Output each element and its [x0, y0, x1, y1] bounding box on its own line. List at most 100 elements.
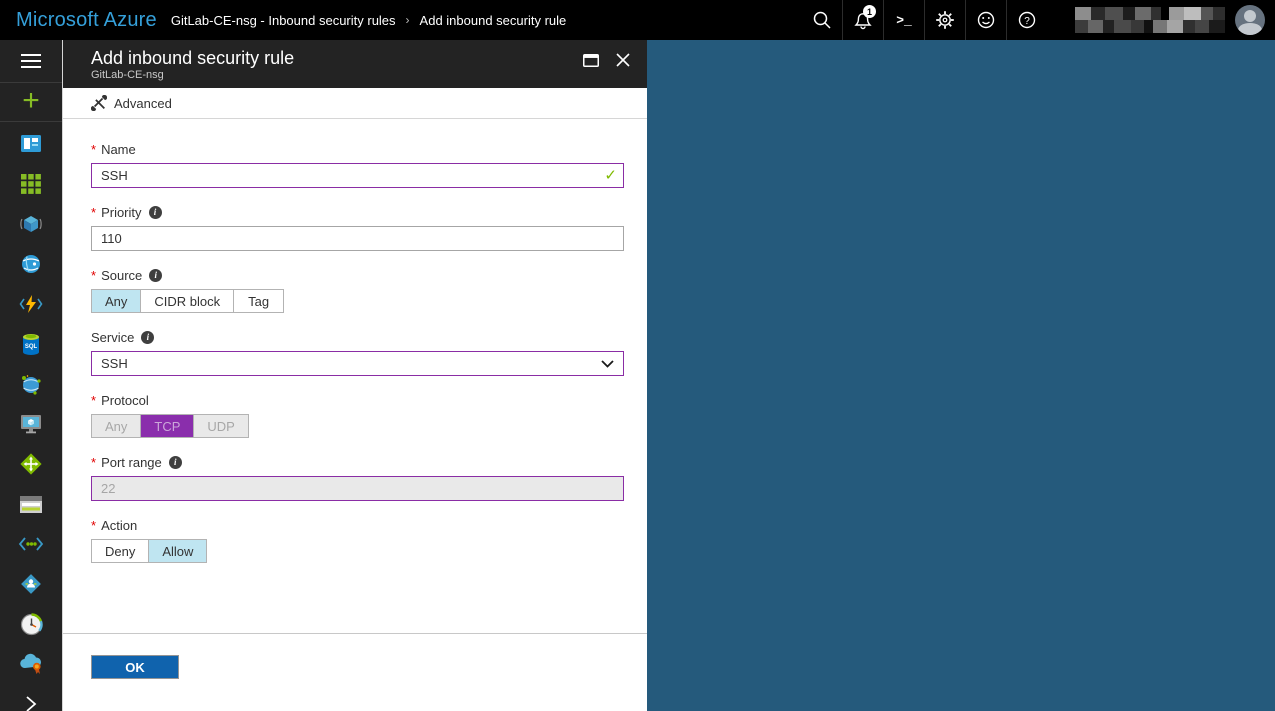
source-info-icon[interactable]: i [149, 269, 162, 282]
breadcrumb: GitLab-CE-nsg - Inbound security rules ›… [171, 13, 566, 28]
name-input[interactable] [91, 163, 624, 188]
app-services-globe-icon [20, 253, 42, 275]
maximize-button[interactable] [579, 48, 603, 72]
help-button[interactable]: ? [1006, 0, 1047, 40]
priority-input[interactable] [91, 226, 624, 251]
port-range-field-group: * Port range i [91, 453, 622, 501]
priority-label: Priority [101, 205, 141, 220]
chevron-down-icon [601, 360, 614, 368]
cloud-shell-icon: >_ [896, 13, 912, 28]
required-asterisk: * [91, 518, 96, 533]
panel-footer: OK [63, 633, 647, 711]
required-asterisk: * [91, 393, 96, 408]
monitor-icon [20, 613, 43, 636]
panel-header: Add inbound security rule GitLab-CE-nsg [63, 40, 647, 88]
priority-info-icon[interactable]: i [149, 206, 162, 219]
function-apps-icon [19, 293, 43, 315]
valid-check-icon: ✓ [604, 166, 617, 184]
sidebar-item-storage-accounts[interactable] [0, 484, 62, 524]
sidebar-item-resources[interactable] [0, 204, 62, 244]
service-select[interactable]: SSH [91, 351, 624, 376]
settings-gear-icon [934, 9, 956, 31]
action-option-deny[interactable]: Deny [91, 539, 149, 563]
port-range-info-icon[interactable]: i [169, 456, 182, 469]
name-field-group: * Name ✓ [91, 140, 622, 188]
required-asterisk: * [91, 268, 96, 283]
help-icon: ? [1016, 9, 1038, 31]
required-asterisk: * [91, 455, 96, 470]
sidebar-item-advisor[interactable] [0, 644, 62, 684]
action-label: Action [101, 518, 137, 533]
sql-databases-icon: SQL [21, 333, 41, 356]
sidebar-item-virtual-networks[interactable] [0, 524, 62, 564]
left-sidebar: + [0, 40, 62, 711]
required-asterisk: * [91, 142, 96, 157]
panel-subtitle: GitLab-CE-nsg [91, 69, 633, 82]
sidebar-item-app-services[interactable] [0, 244, 62, 284]
azure-brand-logo[interactable]: Microsoft Azure [0, 9, 171, 32]
hamburger-menu-button[interactable] [0, 40, 62, 83]
svg-text:SQL: SQL [25, 344, 38, 350]
add-inbound-rule-panel: Add inbound security rule GitLab-CE-nsg [62, 40, 647, 711]
panel-toolbar: Advanced [63, 88, 647, 119]
storage-accounts-icon [19, 495, 43, 514]
sidebar-item-cosmos-db[interactable] [0, 364, 62, 404]
resource-cube-icon [19, 212, 43, 236]
topbar-actions: 1 >_ [801, 0, 1275, 40]
feedback-button[interactable] [965, 0, 1006, 40]
action-option-allow[interactable]: Allow [149, 539, 207, 563]
ok-button[interactable]: OK [91, 655, 179, 679]
breadcrumb-parent[interactable]: GitLab-CE-nsg - Inbound security rules [171, 13, 396, 28]
protocol-option-any: Any [91, 414, 141, 438]
source-option-any[interactable]: Any [91, 289, 141, 313]
sidebar-item-new[interactable]: + [0, 83, 62, 122]
sidebar-item-azure-active-directory[interactable] [0, 564, 62, 604]
port-range-input [91, 476, 624, 501]
source-field-group: * Source i Any CIDR block Tag [91, 266, 622, 313]
hamburger-menu-icon [20, 53, 42, 69]
required-asterisk: * [91, 205, 96, 220]
close-button[interactable] [611, 48, 635, 72]
source-option-cidr-block[interactable]: CIDR block [141, 289, 234, 313]
search-button[interactable] [801, 0, 842, 40]
sidebar-item-load-balancers[interactable] [0, 444, 62, 484]
service-info-icon[interactable]: i [141, 331, 154, 344]
breadcrumb-separator-icon: › [406, 13, 410, 27]
breadcrumb-current[interactable]: Add inbound security rule [420, 13, 567, 28]
sidebar-item-function-apps[interactable] [0, 284, 62, 324]
advanced-label: Advanced [114, 96, 172, 111]
notification-badge: 1 [863, 5, 876, 18]
sidebar-item-monitor[interactable] [0, 604, 62, 644]
panel-title: Add inbound security rule [91, 47, 633, 69]
sidebar-item-all-services[interactable] [0, 164, 62, 204]
sidebar-item-dashboard[interactable] [0, 124, 62, 164]
source-option-tag[interactable]: Tag [234, 289, 284, 313]
protocol-label: Protocol [101, 393, 149, 408]
virtual-networks-icon [18, 536, 44, 552]
dashboard-backdrop [647, 40, 1275, 711]
sidebar-item-virtual-machines[interactable] [0, 404, 62, 444]
sidebar-expand-button[interactable] [0, 684, 62, 711]
virtual-machines-icon [19, 413, 43, 435]
advanced-button[interactable]: Advanced [91, 95, 172, 111]
protocol-field-group: * Protocol Any TCP UDP [91, 391, 622, 438]
svg-text:?: ? [1024, 16, 1030, 27]
new-plus-icon: + [22, 86, 40, 116]
maximize-icon [583, 54, 599, 67]
service-selected-value: SSH [101, 356, 128, 371]
avatar-person-icon [1244, 10, 1256, 22]
user-identity-redacted[interactable] [1075, 7, 1225, 33]
cloud-shell-button[interactable]: >_ [883, 0, 924, 40]
name-label: Name [101, 142, 136, 157]
feedback-smiley-icon [975, 9, 997, 31]
settings-button[interactable] [924, 0, 965, 40]
rule-form: * Name ✓ * Priority i * Source i [63, 119, 647, 633]
notifications-button[interactable]: 1 [842, 0, 883, 40]
all-services-grid-icon [21, 174, 41, 194]
cosmos-db-icon [19, 373, 43, 396]
service-label: Service [91, 330, 134, 345]
source-label: Source [101, 268, 142, 283]
sidebar-item-sql-databases[interactable]: SQL [0, 324, 62, 364]
user-avatar[interactable] [1235, 5, 1265, 35]
action-field-group: * Action Deny Allow [91, 516, 622, 563]
